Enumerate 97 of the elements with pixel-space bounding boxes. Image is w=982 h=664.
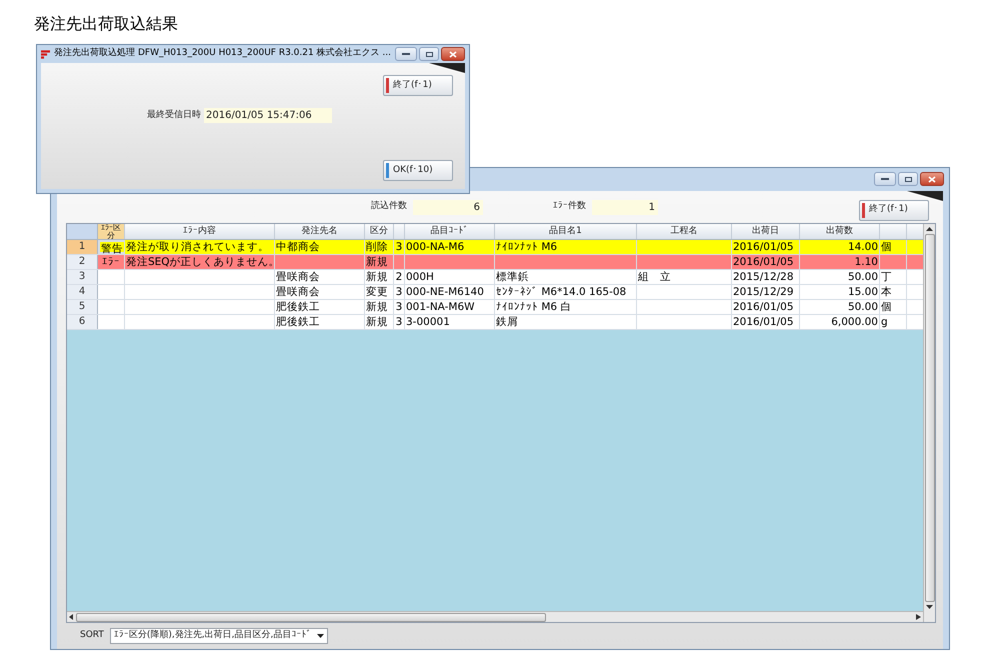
table-cell: 6,000.00 <box>800 315 880 329</box>
table-cell: 15.00 <box>800 285 880 299</box>
table-cell: 新規 <box>365 315 394 329</box>
table-cell: 丁 <box>880 270 907 284</box>
table-cell: 肥後鉄工 <box>275 300 365 314</box>
error-count-label: ｴﾗｰ件数 <box>553 200 586 214</box>
table-cell: 個 <box>880 300 907 314</box>
row-number[interactable]: 3 <box>67 270 98 284</box>
column-header[interactable]: 工程名 <box>637 224 732 239</box>
dialog-title: 発注先出荷取込処理 DFW_H013_200U H013_200UF R3.0.21 株式会社エクス ... <box>54 47 391 60</box>
horizontal-scrollbar[interactable] <box>67 611 923 622</box>
scroll-thumb[interactable] <box>924 234 934 602</box>
read-count-label: 読込件数 <box>371 200 407 214</box>
table-cell: 本 <box>880 285 907 299</box>
maximize-button[interactable] <box>419 47 439 61</box>
app-logo-icon <box>41 48 50 60</box>
table-cell: ｾﾝﾀｰﾈｼﾞ M6*14.0 165-08 <box>495 285 637 299</box>
table-cell: 新規 <box>365 300 394 314</box>
close-button[interactable] <box>441 47 465 61</box>
grid-row[interactable]: 6 肥後鉄工 新規 3 3-00001 鉄屑 2016/01/05 6,000.00 g <box>67 315 923 330</box>
table-cell: 3 <box>394 315 405 329</box>
table-cell: 個 <box>880 240 907 254</box>
table-cell: ﾅｲﾛﾝﾅｯﾄ M6 白 <box>495 300 637 314</box>
table-cell: ﾅｲﾛﾝﾅｯﾄ M6 <box>495 240 637 254</box>
row-number[interactable]: 5 <box>67 300 98 314</box>
grid-row[interactable]: 3 畳咲商会 新規 2 000H 標準鋲 組 立 2015/12/28 50.00 丁 <box>67 270 923 285</box>
table-cell: 変更 <box>365 285 394 299</box>
table-cell: 2016/01/05 <box>732 315 800 329</box>
table-cell: 2015/12/29 <box>732 285 800 299</box>
table-cell: 2015/12/28 <box>732 270 800 284</box>
table-cell: 発注SEQが正しくありません。 <box>125 255 275 269</box>
row-number[interactable]: 2 <box>67 255 98 269</box>
grid-row[interactable]: 4 畳咲商会 変更 3 000-NE-M6140 ｾﾝﾀｰﾈｼﾞ M6*14.0 165-08 2015/12/29 15.00 本 <box>67 285 923 300</box>
column-header[interactable]: 品目ｺｰﾄﾞ <box>405 224 495 239</box>
sort-dropdown[interactable]: ｴﾗｰ区分(降順),発注先,出荷日,品目区分,品目ｺｰﾄﾞ <box>110 628 328 644</box>
grid-row[interactable]: 2 ｴﾗｰ 発注SEQが正しくありません。 新規 2016/01/05 1.10 <box>67 255 923 270</box>
table-cell: 発注が取り消されています。 <box>125 240 275 254</box>
table-cell: 3 <box>394 300 405 314</box>
table-cell: 000-NE-M6140 <box>405 285 495 299</box>
table-cell: 組 立 <box>637 270 732 284</box>
table-cell: 2 <box>394 270 405 284</box>
row-number[interactable]: 1 <box>67 240 98 254</box>
table-cell: 000H <box>405 270 495 284</box>
grid-row[interactable]: 5 肥後鉄工 新規 3 001-NA-M6W ﾅｲﾛﾝﾅｯﾄ M6 白 2016/01/05 50.00 個 <box>67 300 923 315</box>
close-button[interactable] <box>920 172 944 186</box>
table-cell: 50.00 <box>800 270 880 284</box>
table-cell: 14.00 <box>800 240 880 254</box>
scroll-left-icon[interactable] <box>67 612 76 622</box>
vertical-scrollbar[interactable] <box>923 224 935 622</box>
table-cell: 2016/01/05 <box>732 300 800 314</box>
table-cell: 3 <box>394 285 405 299</box>
row-number[interactable]: 6 <box>67 315 98 329</box>
read-count-field: 6 <box>413 200 483 214</box>
last-received-field: 2016/01/05 15:47:06 <box>204 108 332 123</box>
column-header[interactable]: ｴﾗｰ内容 <box>125 224 275 239</box>
table-cell: 2016/01/05 <box>732 255 800 269</box>
table-cell: g <box>880 315 907 329</box>
minimize-button[interactable] <box>874 172 896 186</box>
exit-button[interactable]: 終了(f･1) <box>383 75 453 96</box>
table-cell: ｴﾗｰ <box>98 255 125 269</box>
page-title: 発注先出荷取込結果 <box>34 13 178 35</box>
table-cell: 肥後鉄工 <box>275 315 365 329</box>
table-cell: 2016/01/05 <box>732 240 800 254</box>
column-header[interactable]: ｴﾗｰ区分 <box>98 224 125 239</box>
table-cell: 000-NA-M6 <box>405 240 495 254</box>
table-cell: 3-00001 <box>405 315 495 329</box>
table-cell: 畳咲商会 <box>275 270 365 284</box>
table-cell: 新規 <box>365 255 394 269</box>
column-header[interactable]: 出荷数 <box>800 224 880 239</box>
close-icon <box>449 50 457 58</box>
error-count-field: 1 <box>592 200 658 214</box>
ok-button[interactable]: OK(f･10) <box>383 160 453 181</box>
column-header[interactable]: 出荷日 <box>732 224 800 239</box>
scroll-right-icon[interactable] <box>914 612 923 622</box>
table-cell: 中都商会 <box>275 240 365 254</box>
dropdown-arrow-icon <box>317 634 324 638</box>
minimize-button[interactable] <box>395 47 417 61</box>
scroll-thumb[interactable] <box>76 612 546 622</box>
row-number[interactable]: 4 <box>67 285 98 299</box>
table-cell: 新規 <box>365 270 394 284</box>
table-cell: 標準鋲 <box>495 270 637 284</box>
column-header[interactable]: 品目名1 <box>495 224 637 239</box>
table-cell: 3 <box>394 240 405 254</box>
table-cell: 鉄屑 <box>495 315 637 329</box>
table-cell: 1.10 <box>800 255 880 269</box>
table-cell: 削除 <box>365 240 394 254</box>
sort-label: SORT <box>80 629 104 642</box>
table-cell: 畳咲商会 <box>275 285 365 299</box>
column-header[interactable]: 発注先名 <box>275 224 365 239</box>
close-icon <box>928 176 936 182</box>
maximize-button[interactable] <box>898 172 918 186</box>
exit-button[interactable]: 終了(f･1) <box>859 200 929 220</box>
table-cell: 001-NA-M6W <box>405 300 495 314</box>
last-received-label: 最終受信日時 <box>147 108 201 122</box>
column-header[interactable]: 区分 <box>365 224 394 239</box>
table-cell: 50.00 <box>800 300 880 314</box>
grid-row[interactable]: 1 警告 発注が取り消されています。 中都商会 削除 3 000-NA-M6 ﾅｲﾛﾝﾅｯﾄ M6 2016/01/05 14.00 個 <box>67 240 923 255</box>
